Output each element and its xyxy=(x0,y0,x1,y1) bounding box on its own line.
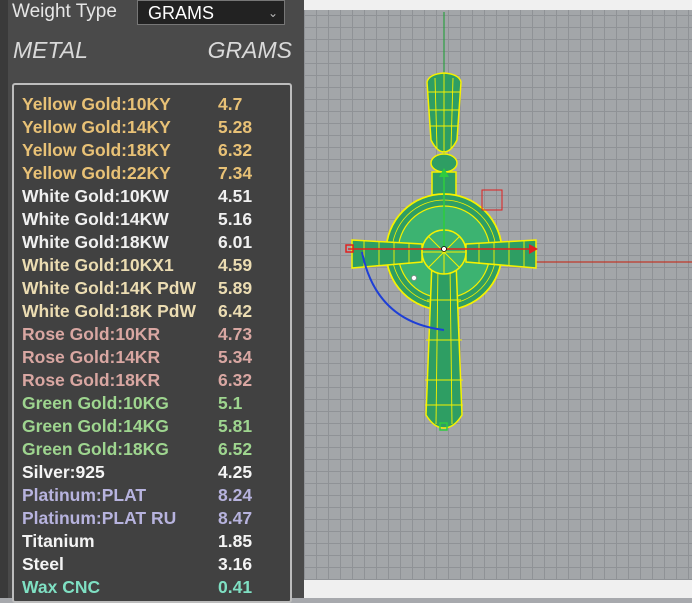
metal-grams: 1.85 xyxy=(218,531,253,551)
metal-name: White Gold:10KX1 xyxy=(22,255,174,275)
grams-column-header: GRAMS xyxy=(207,37,292,63)
metal-grams: 5.34 xyxy=(218,347,253,367)
metal-name: Steel xyxy=(22,554,64,574)
panel-edge xyxy=(0,0,8,598)
metal-name: White Gold:18K PdW xyxy=(22,301,197,321)
gizmo-plane-handle[interactable] xyxy=(481,189,503,211)
metal-grams: 5.16 xyxy=(218,209,253,229)
metal-name: Platinum:PLAT xyxy=(22,485,147,505)
metal-grams: 6.42 xyxy=(218,301,253,321)
weight-type-label: Weight Type xyxy=(12,1,117,22)
metal-name: Platinum:PLAT RU xyxy=(22,508,177,528)
metal-name: Yellow Gold:14KY xyxy=(22,117,171,137)
metal-grams: 0.41 xyxy=(218,577,253,597)
3d-viewport[interactable] xyxy=(304,0,692,598)
weight-type-value: GRAMS xyxy=(148,3,215,23)
metal-name: Green Gold:10KG xyxy=(22,393,169,413)
metal-grams: 4.73 xyxy=(218,324,253,344)
metal-name: Silver:925 xyxy=(22,462,105,482)
metal-grams: 6.32 xyxy=(218,370,253,390)
metal-grams: 8.24 xyxy=(218,485,253,505)
cross-bottom-arm xyxy=(425,261,463,429)
metal-name: White Gold:10KW xyxy=(22,186,169,206)
metal-grams: 4.51 xyxy=(218,186,253,206)
metal-grams: 4.25 xyxy=(218,462,253,482)
metal-name: Wax CNC xyxy=(22,577,101,597)
metal-name: Yellow Gold:10KY xyxy=(22,94,171,114)
metal-column-header: METAL xyxy=(13,37,88,63)
metal-name: Yellow Gold:22KY xyxy=(22,163,171,183)
metal-weight-panel: Weight Type GRAMS ⌄ METAL GRAMS Yellow G… xyxy=(0,0,304,603)
metal-grams: 5.1 xyxy=(218,393,243,413)
metal-name: Green Gold:14KG xyxy=(22,416,169,436)
metal-name: Rose Gold:10KR xyxy=(22,324,161,344)
metal-name: Yellow Gold:18KY xyxy=(22,140,171,160)
metal-grams: 6.52 xyxy=(218,439,253,459)
metal-grams: 5.89 xyxy=(218,278,253,298)
metal-name: White Gold:14KW xyxy=(22,209,169,229)
metal-weight-list[interactable]: Yellow Gold:10KY 4.7 Yellow Gold:14KY 5.28 Y… xyxy=(12,83,292,603)
metal-name: Rose Gold:18KR xyxy=(22,370,161,390)
chevron-down-icon: ⌄ xyxy=(267,6,278,20)
metal-name: White Gold:18KW xyxy=(22,232,169,252)
metal-name: Titanium xyxy=(22,531,95,551)
metal-grams: 8.47 xyxy=(218,508,253,528)
metal-grams: 7.34 xyxy=(218,163,253,183)
weight-type-select[interactable]: GRAMS ⌄ xyxy=(137,0,285,25)
metal-grams: 6.01 xyxy=(218,232,253,252)
metal-grams: 3.16 xyxy=(218,554,253,574)
metal-grams: 4.7 xyxy=(218,94,243,114)
gizmo-center[interactable] xyxy=(441,246,447,252)
metal-grams: 6.32 xyxy=(218,140,253,160)
metal-name: Rose Gold:14KR xyxy=(22,347,161,367)
metal-grams: 5.28 xyxy=(218,117,253,137)
celtic-cross-pendant-icon[interactable] xyxy=(304,0,692,598)
metal-name: Green Gold:18KG xyxy=(22,439,169,459)
metal-name: White Gold:14K PdW xyxy=(22,278,197,298)
gizmo-pivot-point[interactable] xyxy=(411,275,417,281)
metal-grams: 5.81 xyxy=(218,416,253,436)
metal-grams: 4.59 xyxy=(218,255,253,275)
